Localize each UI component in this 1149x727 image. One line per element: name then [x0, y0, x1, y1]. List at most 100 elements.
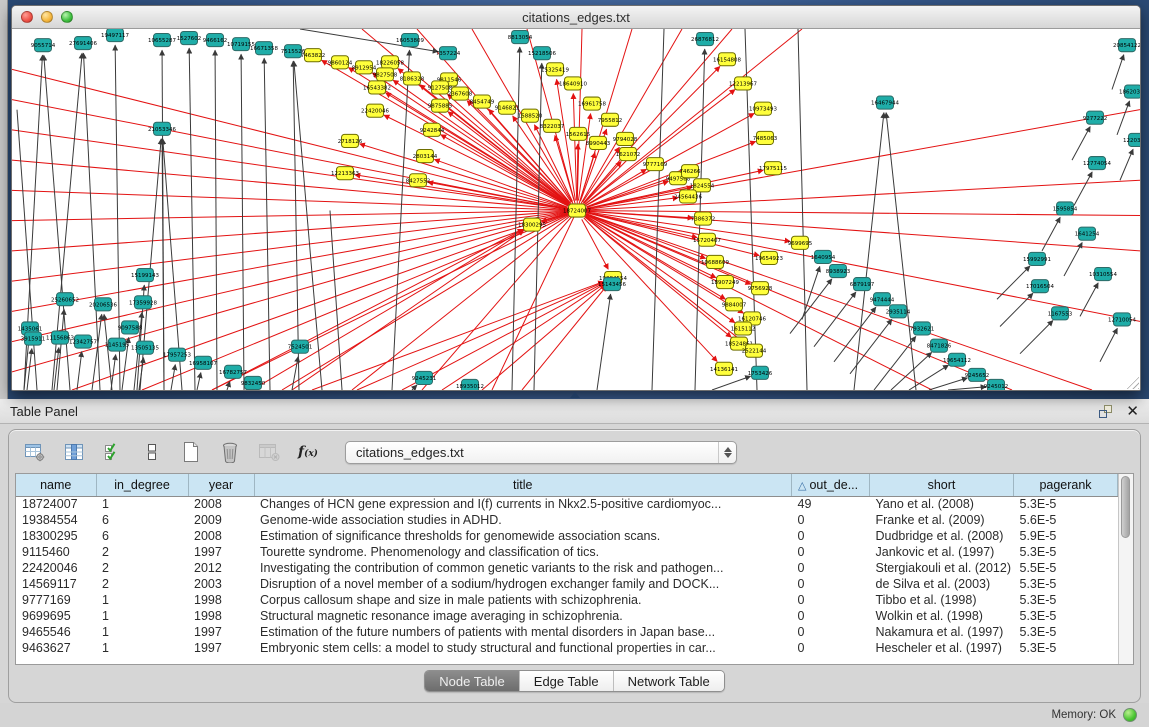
network-node[interactable]: 12774054 — [1083, 157, 1111, 170]
network-node[interactable]: 16467944 — [871, 96, 899, 109]
column-header-short[interactable]: short — [870, 474, 1014, 496]
network-node[interactable]: 14136141 — [710, 362, 738, 375]
network-node[interactable]: 20854122 — [1113, 39, 1140, 52]
network-node[interactable]: 10973493 — [749, 102, 777, 115]
network-node[interactable]: 27691406 — [69, 37, 97, 50]
network-node[interactable]: 8471826 — [927, 339, 952, 352]
network-node[interactable]: 9097588 — [118, 321, 143, 334]
network-node[interactable]: 1588520 — [518, 109, 543, 122]
network-node[interactable]: 1641254 — [1075, 227, 1100, 240]
delete-attribute-icon[interactable] — [218, 440, 242, 464]
network-node[interactable]: 17975115 — [759, 162, 787, 175]
table-row[interactable]: 1938455462009Genome-wide association stu… — [16, 512, 1118, 528]
network-node[interactable]: 17016504 — [1026, 280, 1054, 293]
network-node[interactable]: 18620311 — [1119, 85, 1140, 98]
network-node[interactable]: 9146821 — [495, 101, 519, 114]
table-settings-icon[interactable] — [23, 440, 47, 464]
network-node[interactable]: 9756928 — [748, 282, 773, 295]
network-node[interactable]: 15325419 — [541, 63, 569, 76]
network-node[interactable]: 9860124 — [328, 56, 353, 69]
network-node[interactable]: 7955812 — [598, 113, 622, 126]
network-node[interactable]: 19497117 — [101, 29, 129, 42]
network-node[interactable]: 8813054 — [508, 31, 533, 44]
network-node[interactable]: 12710054 — [1108, 313, 1136, 326]
float-window-icon[interactable] — [1099, 405, 1112, 418]
row-height-icon[interactable] — [140, 440, 164, 464]
network-node[interactable]: 16782757 — [219, 365, 247, 378]
table-row[interactable]: 1872400712008Changes of HCN gene express… — [16, 496, 1118, 512]
network-node[interactable]: 10654112 — [943, 353, 971, 366]
network-node[interactable]: 1145195 — [105, 338, 130, 351]
network-node[interactable]: 15199143 — [131, 268, 159, 281]
network-node[interactable]: 9466162 — [203, 34, 227, 47]
network-node[interactable]: 6879197 — [850, 278, 875, 291]
network-canvas[interactable]: 7463822986012489129541822605898275088186… — [12, 29, 1140, 390]
close-panel-icon[interactable]: ✕ — [1126, 405, 1139, 418]
network-node[interactable]: 9827508 — [373, 68, 398, 81]
tab-network-table[interactable]: Network Table — [613, 671, 724, 691]
function-builder-icon[interactable]: f(x) — [296, 440, 320, 464]
network-node[interactable]: 1595854 — [1053, 202, 1078, 215]
network-node[interactable]: 9055714 — [31, 39, 56, 52]
select-columns-icon[interactable] — [101, 440, 125, 464]
network-node[interactable]: 19654923 — [755, 251, 783, 264]
network-node[interactable]: 9875885 — [428, 99, 453, 112]
network-node[interactable]: 21053346 — [148, 122, 176, 135]
scrollbar-thumb[interactable] — [1121, 476, 1130, 538]
network-node[interactable]: 12213363 — [331, 167, 359, 180]
column-header-title[interactable]: title — [254, 474, 792, 496]
table-row[interactable]: 2242004622012Investigating the contribut… — [16, 560, 1118, 576]
network-node[interactable]: 3915911 — [21, 332, 45, 345]
network-node[interactable]: 15992991 — [1023, 252, 1051, 265]
network-node[interactable]: 9245012 — [984, 379, 1008, 390]
table-row[interactable]: 969969511998Structural magnetic resonanc… — [16, 608, 1118, 624]
network-node[interactable]: 2803144 — [413, 150, 438, 163]
network-node[interactable]: 9245231 — [412, 371, 436, 384]
network-node[interactable]: 2367608 — [448, 87, 473, 100]
network-node[interactable]: 8454749 — [470, 95, 495, 108]
network-node[interactable]: 8427552 — [406, 174, 430, 187]
tab-node-table[interactable]: Node Table — [425, 671, 519, 691]
network-node[interactable]: 16053809 — [396, 34, 424, 47]
column-header-name[interactable]: name — [16, 474, 96, 496]
splitter-handle[interactable] — [570, 392, 580, 398]
network-node[interactable]: 18226058 — [376, 56, 404, 69]
column-header-pagerank[interactable]: pagerank — [1014, 474, 1118, 496]
network-node[interactable]: 26876812 — [691, 33, 719, 46]
memory-ok-indicator[interactable] — [1123, 708, 1137, 722]
tab-edge-table[interactable]: Edge Table — [519, 671, 613, 691]
network-node[interactable]: 17359928 — [129, 296, 157, 309]
network-node[interactable]: 13505135 — [131, 341, 159, 354]
network-node[interactable]: 9474444 — [870, 293, 895, 306]
network-node[interactable]: 746266 — [680, 165, 701, 178]
network-node[interactable]: 2718126 — [338, 134, 363, 147]
network-node[interactable]: 7524501 — [288, 340, 312, 353]
network-window-titlebar[interactable]: citations_edges.txt — [12, 6, 1140, 29]
network-node[interactable]: 9245652 — [965, 368, 989, 381]
network-node[interactable]: 10310554 — [1089, 267, 1117, 280]
new-table-icon[interactable] — [179, 440, 203, 464]
network-node[interactable]: 1640954 — [811, 250, 836, 263]
network-node[interactable]: 16961758 — [578, 97, 606, 110]
network-node[interactable]: 17957253 — [163, 348, 191, 361]
network-node[interactable]: 1615112 — [731, 322, 755, 335]
network-node[interactable]: 7386372 — [691, 212, 715, 225]
table-row[interactable]: 977716911998Corpus callosum shape and si… — [16, 592, 1118, 608]
column-header-in_degree[interactable]: in_degree — [96, 474, 188, 496]
network-node[interactable]: 8186328 — [400, 72, 425, 85]
network-node[interactable]: 20206536 — [89, 298, 117, 311]
column-header-out_de[interactable]: △out_de... — [792, 474, 870, 496]
network-node[interactable]: 8938923 — [826, 264, 851, 277]
network-node[interactable]: 1167553 — [1048, 307, 1073, 320]
network-node[interactable]: 18935012 — [456, 379, 484, 390]
network-node[interactable]: 10688609 — [701, 255, 729, 268]
network-node[interactable]: 12213967 — [729, 77, 757, 90]
show-column-icon[interactable] — [62, 440, 86, 464]
network-node[interactable]: 16154808 — [713, 53, 741, 66]
network-node[interactable]: 18640910 — [559, 77, 587, 90]
table-row[interactable]: 1830029562008Estimation of significance … — [16, 528, 1118, 544]
network-node[interactable]: 1527602 — [177, 32, 201, 45]
table-row[interactable]: 911546021997Tourette syndrome. Phenomeno… — [16, 544, 1118, 560]
network-window[interactable]: citations_edges.txt 74638229860124891295… — [11, 5, 1141, 391]
network-node[interactable]: 9277222 — [1083, 111, 1107, 124]
